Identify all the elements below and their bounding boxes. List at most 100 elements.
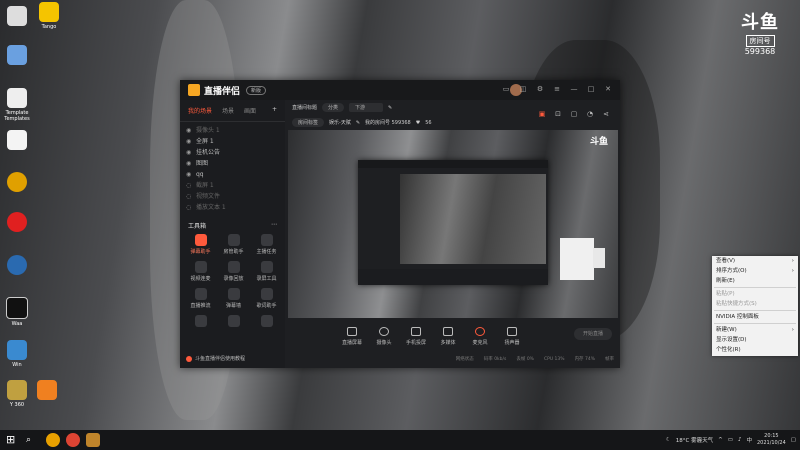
- bell-icon[interactable]: ◔: [586, 110, 594, 118]
- live-companion-taskbar-icon[interactable]: [86, 433, 100, 447]
- message-icon[interactable]: ▭: [502, 85, 510, 93]
- menu-item-nvidia[interactable]: NVIDIA 控制面板: [712, 312, 798, 322]
- scene-item[interactable]: ◌ 播放文本 1: [180, 202, 285, 213]
- scene-item[interactable]: ◌ 截屏 1: [180, 180, 285, 191]
- edit-icon[interactable]: ✎: [356, 120, 360, 126]
- desktop-icon[interactable]: Tango: [34, 2, 64, 30]
- screen-icon[interactable]: ▢: [570, 110, 578, 118]
- scene-item[interactable]: ◉ 挂机公告: [180, 147, 285, 158]
- tool-item[interactable]: 视频连麦: [184, 261, 217, 282]
- scene-item[interactable]: ◉ 全屏 1: [180, 136, 285, 147]
- gift-icon[interactable]: ▣: [538, 110, 546, 118]
- maximize-icon[interactable]: □: [587, 85, 595, 93]
- menu-item-personalize[interactable]: 个性化(R): [712, 345, 798, 355]
- tutorial-link[interactable]: 斗鱼直播伴侣使用教程: [186, 355, 245, 362]
- title-bar[interactable]: 直播伴侣 新版 ▭ ◫ ⚙ ≡ — □ ✕: [180, 80, 620, 100]
- desktop-icon[interactable]: [2, 6, 32, 28]
- menu-icon[interactable]: ≡: [553, 85, 561, 93]
- menu-label: 粘贴快捷方式(S): [716, 301, 757, 307]
- minimize-icon[interactable]: —: [570, 85, 578, 93]
- eye-icon[interactable]: ◉: [186, 125, 192, 136]
- desktop-icon[interactable]: Template Templates: [2, 88, 32, 122]
- desktop-icon[interactable]: [2, 212, 32, 234]
- desktop-icon[interactable]: Win: [2, 340, 32, 368]
- desktop-icon[interactable]: Waa: [2, 297, 32, 327]
- tool-item[interactable]: [184, 315, 217, 329]
- tool-item[interactable]: 录像回放: [217, 261, 250, 282]
- menu-item-view[interactable]: 查看(V) ›: [712, 256, 798, 266]
- eye-icon[interactable]: ◉: [186, 169, 192, 180]
- room-tag-value[interactable]: 娱乐-天赋: [329, 119, 351, 126]
- desktop-icon[interactable]: [2, 255, 32, 277]
- skin-icon[interactable]: ◫: [519, 85, 527, 93]
- chrome-icon[interactable]: [46, 433, 60, 447]
- menu-item-sort[interactable]: 排序方式(O) ›: [712, 266, 798, 276]
- more-icon[interactable]: ⋯: [271, 221, 277, 230]
- category-label[interactable]: 分类: [322, 103, 345, 112]
- microphone-button[interactable]: 麦克风: [466, 327, 494, 350]
- weather-text[interactable]: 18°C 雾霾天气: [676, 436, 713, 444]
- tool-item[interactable]: [250, 315, 283, 329]
- desktop-icon[interactable]: Y 360: [2, 380, 32, 408]
- eye-icon[interactable]: ◉: [186, 158, 192, 169]
- add-icon[interactable]: +: [272, 106, 277, 115]
- camera-button[interactable]: 摄像头: [370, 327, 398, 350]
- notification-icon[interactable]: ▢: [791, 437, 796, 443]
- chevron-right-icon: ›: [791, 327, 794, 333]
- windows-start-icon[interactable]: ⊞: [6, 433, 20, 447]
- tool-item[interactable]: 主播任务: [250, 234, 283, 255]
- scene-item[interactable]: ◉ 图图: [180, 158, 285, 169]
- phone-cast-button[interactable]: 手机投屏: [402, 327, 430, 350]
- tool-item[interactable]: 弹幕墙: [217, 288, 250, 309]
- desktop-icon[interactable]: [2, 45, 32, 67]
- tool-item[interactable]: 直播推流: [184, 288, 217, 309]
- scene-item[interactable]: ◉ qq: [180, 169, 285, 180]
- chevron-up-icon[interactable]: ^: [718, 437, 723, 443]
- screen-capture-button[interactable]: 直播屏幕: [338, 327, 366, 350]
- volume-icon[interactable]: ♪: [738, 437, 742, 443]
- settings-icon[interactable]: ⚙: [536, 85, 544, 93]
- tool-item[interactable]: [217, 315, 250, 329]
- tool-item[interactable]: 歌词助手: [250, 288, 283, 309]
- menu-item-paste: 粘贴(P): [712, 289, 798, 299]
- tool-item[interactable]: 弹幕助手: [184, 234, 217, 255]
- microphone-icon: [475, 327, 485, 336]
- scene-item[interactable]: ◌ 视频文件: [180, 191, 285, 202]
- network-icon[interactable]: ▭: [728, 437, 733, 443]
- eye-icon[interactable]: ◌: [186, 180, 192, 191]
- tutorial-label: 斗鱼直播伴侣使用教程: [195, 356, 246, 362]
- ime-icon[interactable]: 中: [746, 436, 752, 444]
- speaker-button[interactable]: 扬声器: [498, 327, 526, 350]
- close-icon[interactable]: ✕: [604, 85, 612, 93]
- eye-icon[interactable]: ◌: [186, 191, 192, 202]
- scene-item[interactable]: ◉ 摄像头 1: [180, 125, 285, 136]
- desktop-icon[interactable]: [2, 172, 32, 194]
- eye-icon[interactable]: ◌: [186, 202, 192, 213]
- clock[interactable]: 20:15 2021/10/24: [757, 433, 786, 447]
- menu-item-display[interactable]: 显示设置(D): [712, 335, 798, 345]
- start-live-button[interactable]: 开始直播: [574, 328, 612, 340]
- search-icon[interactable]: ⌕: [26, 433, 40, 447]
- lock-icon[interactable]: ⊡: [554, 110, 562, 118]
- control-label: 摄像头: [376, 340, 392, 346]
- desktop-icon[interactable]: [2, 130, 32, 152]
- category-input[interactable]: 下游: [349, 103, 384, 112]
- eye-icon[interactable]: ◉: [186, 136, 192, 147]
- menu-item-refresh[interactable]: 刷新(E): [712, 276, 798, 286]
- share-icon[interactable]: ⋖: [602, 110, 610, 118]
- tab-scenes[interactable]: 场景: [222, 106, 234, 115]
- edit-icon[interactable]: ✎: [388, 105, 392, 111]
- preview-watermark: 斗鱼: [589, 137, 608, 147]
- tab-canvas[interactable]: 画面: [244, 106, 256, 115]
- eye-icon[interactable]: ◉: [186, 147, 192, 158]
- desktop-icon[interactable]: [32, 380, 62, 402]
- chrome-icon[interactable]: [66, 433, 80, 447]
- version-badge[interactable]: 新版: [246, 85, 267, 95]
- multimedia-button[interactable]: 多媒体: [434, 327, 462, 350]
- menu-item-new[interactable]: 新建(W) ›: [712, 325, 798, 335]
- live-preview[interactable]: 斗鱼: [288, 130, 618, 318]
- app-name: 直播伴侣: [204, 86, 241, 97]
- tool-item[interactable]: 录屏工具: [250, 261, 283, 282]
- tool-item[interactable]: 房管助手: [217, 234, 250, 255]
- tab-my-scenes[interactable]: 我的场景: [188, 106, 212, 115]
